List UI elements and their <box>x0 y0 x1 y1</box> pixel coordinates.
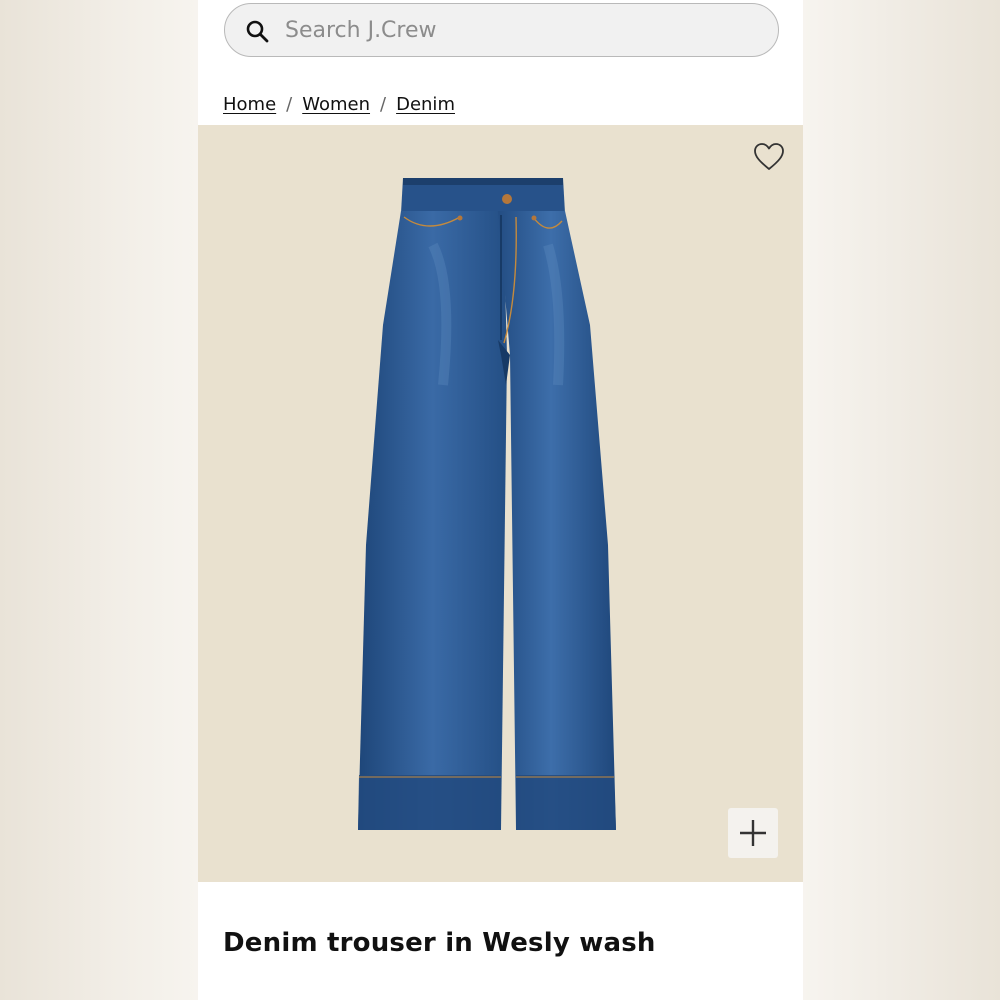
breadcrumb-women[interactable]: Women <box>302 94 370 115</box>
search-input[interactable] <box>285 4 755 56</box>
breadcrumb: Home / Women / Denim <box>223 90 455 118</box>
plus-icon <box>740 820 766 846</box>
breadcrumb-separator: / <box>380 93 387 115</box>
search-icon <box>246 20 269 43</box>
breadcrumb-home[interactable]: Home <box>223 94 276 115</box>
breadcrumb-denim[interactable]: Denim <box>396 94 455 115</box>
mobile-page: Home / Women / Denim <box>198 0 803 1000</box>
heart-icon[interactable] <box>753 142 785 172</box>
breadcrumb-separator: / <box>286 93 293 115</box>
search-bar[interactable] <box>224 3 779 57</box>
jeans-image <box>198 125 803 882</box>
product-image[interactable] <box>198 125 803 882</box>
product-title: Denim trouser in Wesly wash <box>223 928 656 958</box>
zoom-button[interactable] <box>728 808 778 858</box>
